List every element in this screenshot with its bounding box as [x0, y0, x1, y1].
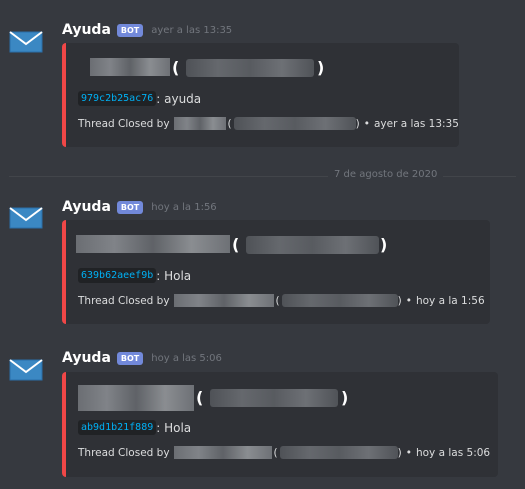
embed-footer: Thread Closed by ( ) • ayer a las 13:35 — [78, 117, 459, 130]
redacted-closer — [173, 446, 272, 459]
close-paren: ) — [380, 235, 388, 254]
thread-id: 979c2b25ac76 — [78, 91, 157, 106]
footer-time: hoy a las 5:06 — [415, 446, 491, 459]
author-name[interactable]: Ayuda — [62, 199, 111, 215]
redacted-closer-id — [233, 117, 356, 130]
footer-time: ayer a las 13:35 — [373, 117, 459, 130]
redacted-username — [90, 58, 170, 76]
author-name[interactable]: Ayuda — [62, 22, 111, 38]
embed-footer: Thread Closed by ( ) • hoy a las 5:06 — [78, 446, 490, 459]
thread-text: : Hola — [156, 268, 192, 283]
message-timestamp[interactable]: hoy a las 5:06 — [151, 353, 222, 364]
bot-tag: BOT — [116, 200, 144, 214]
redacted-username — [76, 235, 230, 253]
redacted-userid — [186, 59, 314, 77]
message-timestamp[interactable]: ayer a las 13:35 — [151, 25, 232, 36]
footer-prefix: Thread Closed by — [78, 294, 170, 307]
close-paren: ) — [397, 294, 402, 307]
open-paren: ( — [275, 294, 280, 307]
close-paren: ) — [317, 58, 325, 77]
open-paren: ( — [227, 117, 232, 130]
thread-id: ab9d1b21f889 — [78, 420, 157, 435]
open-paren: ( — [196, 388, 204, 407]
thread-id: 639b62aeef9b — [78, 268, 157, 283]
redacted-userid — [210, 389, 338, 407]
close-paren: ) — [341, 388, 349, 407]
author-name[interactable]: Ayuda — [62, 350, 111, 366]
footer-prefix: Thread Closed by — [78, 446, 170, 459]
thread-line: ab9d1b21f889 : Hola — [78, 420, 191, 435]
open-paren: ( — [232, 235, 240, 254]
embed: ( ) ab9d1b21f889 : Hola Thread Closed by… — [62, 372, 498, 477]
footer-time: hoy a la 1:56 — [415, 294, 485, 307]
footer-separator: • — [405, 294, 412, 307]
envelope-icon[interactable] — [9, 359, 43, 381]
embed: ( ) 639b62aeef9b : Hola Thread Closed by… — [62, 220, 490, 324]
envelope-icon[interactable] — [9, 207, 43, 229]
bot-tag: BOT — [116, 23, 144, 37]
open-paren: ( — [172, 58, 180, 77]
embed-footer: Thread Closed by ( ) • hoy a la 1:56 — [78, 294, 485, 307]
envelope-icon[interactable] — [9, 31, 43, 53]
redacted-closer-id — [281, 294, 398, 307]
footer-separator: • — [405, 446, 412, 459]
date-divider-label: 7 de agosto de 2020 — [328, 169, 444, 180]
thread-text: : ayuda — [156, 91, 202, 106]
embed: ( ) 979c2b25ac76 : ayuda Thread Closed b… — [62, 43, 459, 147]
thread-text: : Hola — [156, 420, 192, 435]
redacted-closer — [173, 294, 274, 307]
close-paren: ) — [355, 117, 360, 130]
thread-line: 979c2b25ac76 : ayuda — [78, 91, 201, 106]
close-paren: ) — [397, 446, 402, 459]
open-paren: ( — [273, 446, 278, 459]
bot-tag: BOT — [116, 351, 144, 365]
message-timestamp[interactable]: hoy a la 1:56 — [151, 202, 216, 213]
footer-separator: • — [363, 117, 370, 130]
thread-line: 639b62aeef9b : Hola — [78, 268, 191, 283]
redacted-username — [78, 385, 194, 411]
redacted-closer-id — [279, 446, 398, 459]
redacted-userid — [246, 236, 379, 254]
redacted-closer — [173, 117, 226, 130]
footer-prefix: Thread Closed by — [78, 117, 170, 130]
